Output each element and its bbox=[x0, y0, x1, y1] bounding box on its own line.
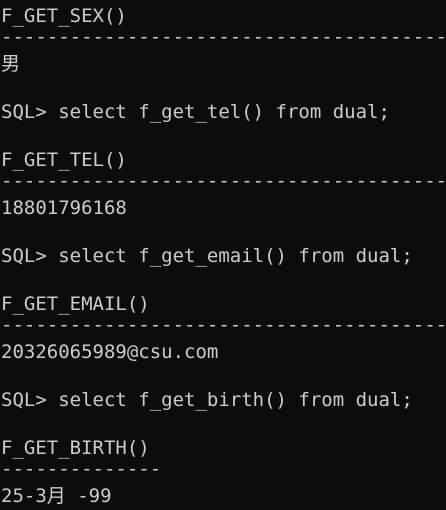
sql-command-email: SQL> select f_get_email() from dual; bbox=[1, 245, 413, 267]
sql-command-birth: SQL> select f_get_birth() from dual; bbox=[1, 389, 413, 411]
result-value-email: 20326065989@csu.com bbox=[1, 341, 219, 363]
column-separator-birth: -------------- bbox=[1, 464, 161, 474]
sql-command-tel: SQL> select f_get_tel() from dual; bbox=[1, 101, 390, 123]
sqlplus-terminal[interactable]: F_GET_SEX() ----------------------------… bbox=[0, 0, 446, 510]
column-separator-sex: ----------------------------------------… bbox=[1, 32, 446, 42]
result-value-sex: 男 bbox=[1, 53, 21, 75]
result-value-birth: 25-3月 -99 bbox=[1, 485, 112, 507]
column-header-tel: F_GET_TEL() bbox=[1, 149, 127, 171]
column-separator-tel: ----------------------------------------… bbox=[1, 176, 446, 186]
column-header-sex: F_GET_SEX() bbox=[1, 5, 127, 27]
column-header-email: F_GET_EMAIL() bbox=[1, 293, 150, 315]
result-value-tel: 18801796168 bbox=[1, 197, 127, 219]
column-separator-email: ----------------------------------------… bbox=[1, 320, 446, 330]
column-header-birth: F_GET_BIRTH() bbox=[1, 437, 150, 459]
